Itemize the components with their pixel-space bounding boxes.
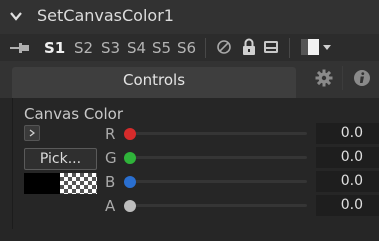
color-preview-alpha-checker xyxy=(60,173,97,194)
channel-a-label: A xyxy=(105,197,116,215)
channel-b-slider-knob[interactable] xyxy=(124,176,136,188)
cache-icon[interactable] xyxy=(263,39,279,55)
channel-b-value-field[interactable]: 0.0 xyxy=(316,171,379,192)
tab-controls-label: Controls xyxy=(122,71,186,89)
chevron-right-icon xyxy=(29,129,35,137)
channel-b-label: B xyxy=(105,173,116,191)
version-slot-s6[interactable]: S6 xyxy=(177,38,199,58)
channel-r-value-field[interactable]: 0.0 xyxy=(316,123,379,144)
lock-icon[interactable] xyxy=(242,38,256,56)
channel-g-label: G xyxy=(105,149,117,167)
chevron-down-icon[interactable] xyxy=(323,45,331,50)
version-slot-s3[interactable]: S3 xyxy=(101,38,123,58)
tab-divider xyxy=(342,66,343,90)
gear-icon[interactable] xyxy=(314,68,334,88)
expand-button[interactable] xyxy=(24,125,40,141)
channel-r-slider-track[interactable] xyxy=(134,132,307,135)
channel-a-slider-knob[interactable] xyxy=(124,200,136,212)
node-title: SetCanvasColor1 xyxy=(37,6,174,25)
version-slot-s2[interactable]: S2 xyxy=(74,38,96,58)
channel-r-label: R xyxy=(105,125,116,143)
toolbar-divider xyxy=(205,38,206,58)
version-slot-s5[interactable]: S5 xyxy=(152,38,174,58)
canvas-color-label: Canvas Color xyxy=(24,105,123,123)
channel-g-slider-track[interactable] xyxy=(134,156,307,159)
color-preview-solid xyxy=(24,173,60,194)
info-icon[interactable] xyxy=(352,68,372,88)
version-slot-s1[interactable]: S1 xyxy=(44,38,66,58)
toolbar-divider xyxy=(289,38,290,58)
channel-g-slider-knob[interactable] xyxy=(124,152,136,164)
channel-a-value-field[interactable]: 0.0 xyxy=(316,195,379,216)
collapse-chevron-icon[interactable] xyxy=(9,9,23,23)
channel-g-value-field[interactable]: 0.0 xyxy=(316,147,379,168)
version-slot-s4[interactable]: S4 xyxy=(127,38,149,58)
node-color-swatch-icon[interactable] xyxy=(301,39,319,55)
pin-icon[interactable] xyxy=(9,41,31,55)
channel-a-slider-track[interactable] xyxy=(134,204,307,207)
channel-r-slider-knob[interactable] xyxy=(124,128,136,140)
channel-b-slider-track[interactable] xyxy=(134,180,307,183)
pick-color-button[interactable]: Pick... xyxy=(24,148,97,170)
disable-icon[interactable] xyxy=(216,39,232,55)
